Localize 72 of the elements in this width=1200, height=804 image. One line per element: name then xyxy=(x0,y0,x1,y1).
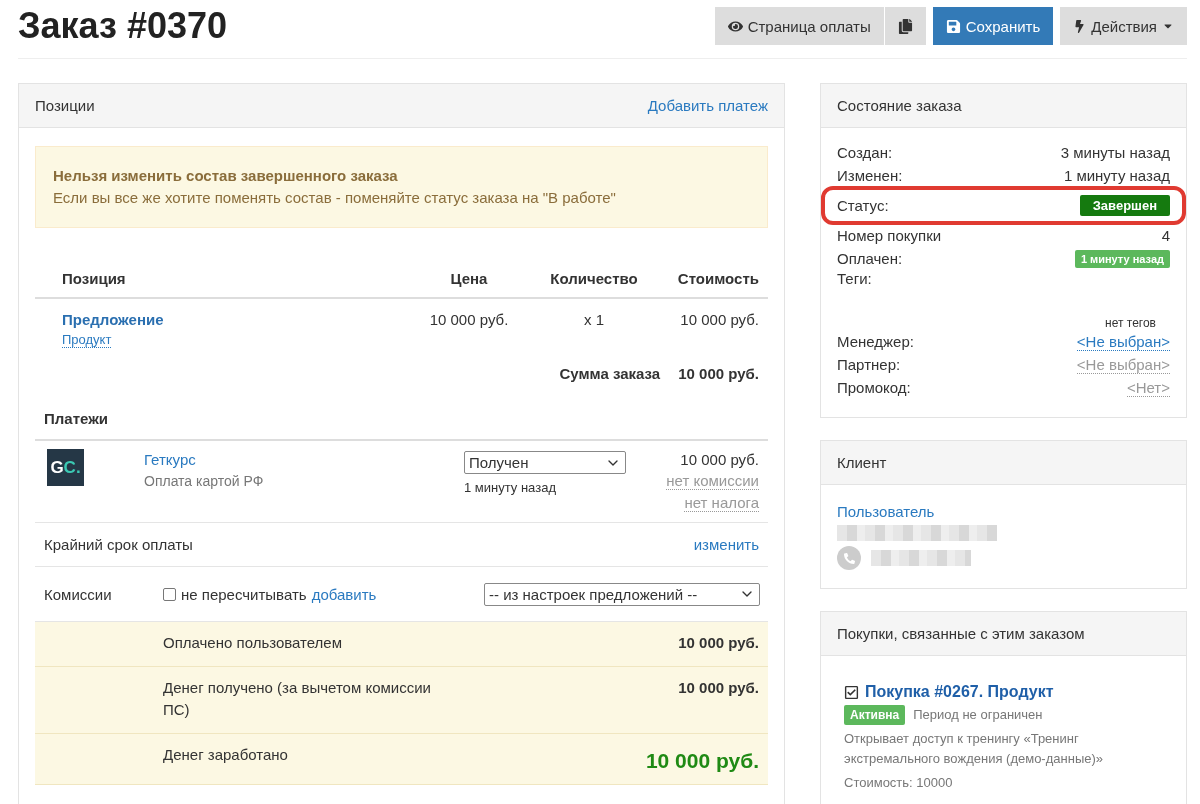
page-title: Заказ #0370 xyxy=(18,5,229,47)
deadline-label: Крайний срок оплаты xyxy=(44,536,193,553)
panel-title: Покупки, связанные с этим заказом xyxy=(837,625,1085,642)
recalculate-checkbox[interactable]: не пересчитывать xyxy=(163,585,307,603)
state-label: Изменен: xyxy=(837,167,903,184)
state-label: Номер покупки xyxy=(837,227,942,244)
state-value: 3 минуты назад xyxy=(1060,144,1170,161)
column-header: Позиция xyxy=(62,269,127,287)
state-link[interactable]: <Нет> xyxy=(1126,378,1170,397)
header-button[interactable]: Действия xyxy=(1060,7,1187,45)
column-header: Стоимость xyxy=(676,269,759,287)
panel-title: Клиент xyxy=(837,454,887,471)
copy-button[interactable] xyxy=(884,7,926,45)
checkbox-icon xyxy=(844,684,859,700)
table-cell-text: 10 000 руб. xyxy=(679,311,759,328)
state-link[interactable]: <Не выбран> xyxy=(1076,332,1170,351)
logo: GC. xyxy=(47,449,84,486)
description-text: Открывает доступ к тренингу «Тренинг экстремального вождения (демо-данные)» xyxy=(844,730,1104,768)
state-value: 1 минуту назад xyxy=(1063,167,1170,184)
state-label: Теги: xyxy=(837,270,873,287)
state-label: Статус: xyxy=(837,197,889,214)
summary-value: 10 000 руб. xyxy=(644,748,759,772)
commissions-label: Комиссии xyxy=(44,585,113,603)
copy-icon xyxy=(897,18,913,34)
column-header: Количество xyxy=(549,269,639,287)
panel-title: Позиции xyxy=(35,97,95,114)
state-label: Партнер: xyxy=(837,356,901,373)
state-label: Оплачен: xyxy=(837,250,903,267)
change-link[interactable]: изменить xyxy=(693,536,759,553)
summary-label: Денег заработано xyxy=(163,745,289,765)
status-time: 1 минуту назад xyxy=(464,480,557,495)
table-cell-text: x 1 xyxy=(583,311,605,328)
header-button[interactable]: Страница оплаты xyxy=(714,7,884,45)
status-badge: Активна xyxy=(844,705,906,725)
cost-text: Стоимость: 10000 xyxy=(844,774,954,792)
section-title: Платежи xyxy=(35,398,768,441)
period-text: Период не ограничен xyxy=(913,706,1043,724)
save-icon xyxy=(945,18,961,34)
add-payment-link[interactable]: Добавить платеж xyxy=(647,97,768,114)
total-label: Сумма заказа xyxy=(559,365,661,382)
add-link[interactable]: добавить xyxy=(311,585,377,603)
state-label: Создан: xyxy=(837,144,893,161)
panel-title: Состояние заказа xyxy=(837,97,962,114)
commission-select[interactable]: -- из настроек предложений -- xyxy=(484,582,760,606)
purchase-link[interactable]: Покупка #0267. Продукт xyxy=(865,683,1054,701)
item-link[interactable]: Предложение xyxy=(62,311,164,328)
phone-icon xyxy=(837,546,861,570)
state-label: Промокод: xyxy=(837,379,911,396)
alert-text: Если вы все же хотите поменять состав - поменяйте статус заказа на "В работе" xyxy=(53,188,617,208)
header-button[interactable]: Сохранить xyxy=(932,7,1054,45)
state-value: 4 xyxy=(1161,227,1170,244)
status-badge: Завершен xyxy=(1079,195,1170,216)
commission-link[interactable]: нет комиссии xyxy=(666,472,759,490)
payment-link[interactable]: Геткурс xyxy=(144,451,464,468)
client-link[interactable]: Пользователь xyxy=(837,503,1170,520)
summary-value: 10 000 руб. xyxy=(677,678,759,698)
total-value: 10 000 руб. xyxy=(678,365,759,382)
summary-label: Денег получено (за вычетом комиссии ПС) xyxy=(163,678,432,720)
summary-label: Оплачено пользователем xyxy=(163,633,344,653)
state-link[interactable]: <Не выбран> xyxy=(1076,355,1170,374)
summary-value: 10 000 руб. xyxy=(677,633,759,653)
status-select[interactable]: Получен xyxy=(464,451,626,474)
payment-amount: 10 000 руб. xyxy=(680,451,759,468)
tags-value: нет тегов xyxy=(1105,316,1156,330)
column-header: Цена xyxy=(449,269,489,287)
table-cell-text: 10 000 руб. xyxy=(428,311,510,328)
status-badge: 1 минуту назад xyxy=(1074,249,1170,268)
item-type-link[interactable]: Продукт xyxy=(62,332,112,348)
tax-link[interactable]: нет налога xyxy=(684,494,759,512)
alert-title: Нельзя изменить состав завершенного заказа xyxy=(53,166,399,186)
payment-method: Оплата картой РФ xyxy=(144,473,265,489)
state-label: Менеджер: xyxy=(837,333,914,350)
